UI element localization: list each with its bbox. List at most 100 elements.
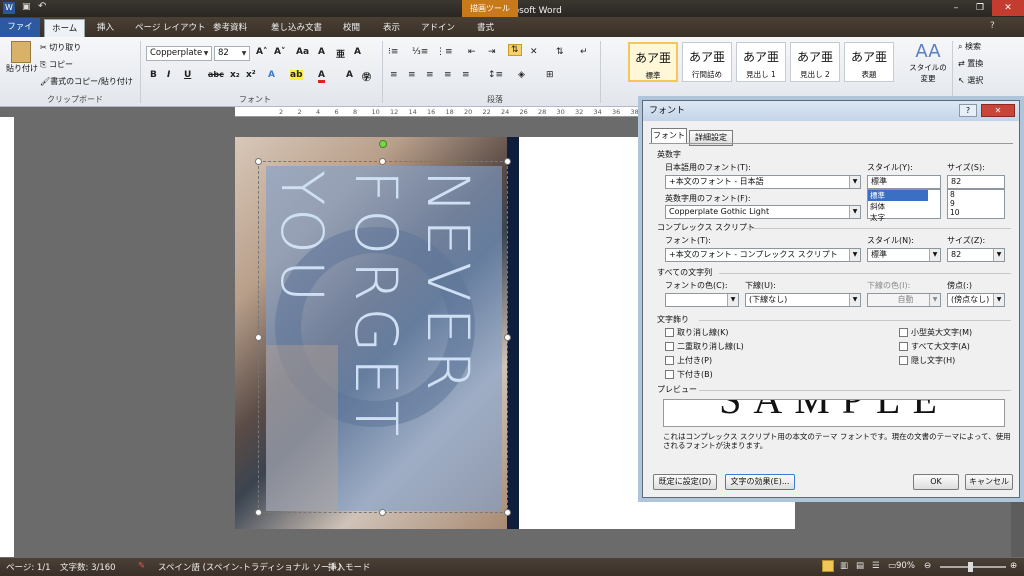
superscript-icon[interactable]: x² — [246, 70, 256, 80]
size-option[interactable]: 10 — [948, 208, 1004, 217]
style-no-spacing[interactable]: あア亜 行間詰め — [682, 42, 732, 82]
style-list[interactable]: 標準 斜体 太字 — [867, 189, 941, 222]
select-button[interactable]: ↖ 選択 — [958, 75, 983, 86]
outline-icon[interactable]: ☰ — [872, 561, 880, 571]
jp-font-select[interactable]: +本文のフォント - 日本語 ▼ — [665, 175, 861, 189]
style-heading-1[interactable]: あア亜 見出し 1 — [736, 42, 786, 82]
status-words[interactable]: 文字数: 3/160 — [60, 561, 116, 573]
tab-font[interactable]: フォント — [651, 128, 687, 144]
zoom-out-icon[interactable]: ⊖ — [924, 561, 931, 571]
zoom-slider-thumb[interactable] — [968, 562, 973, 572]
underline-select[interactable]: (下線なし) ▼ — [745, 293, 861, 307]
size-input[interactable]: 82 — [947, 175, 1005, 189]
font-name-combo[interactable]: Copperplate ▼ — [146, 46, 212, 61]
strikethrough-checkbox[interactable]: 取り消し線(K) — [665, 327, 729, 338]
paste-button[interactable]: 貼り付け — [6, 41, 38, 74]
align-left-icon[interactable]: ≡ — [390, 70, 398, 80]
increase-indent-icon[interactable]: ⇥ — [488, 47, 496, 57]
copy-button[interactable]: ⎘ コピー — [40, 59, 73, 70]
resize-handle[interactable] — [504, 158, 511, 165]
find-button[interactable]: ⌕ 検索 — [958, 41, 981, 52]
italic-icon[interactable]: I — [167, 70, 170, 80]
decrease-indent-icon[interactable]: ⇤ — [468, 47, 476, 57]
grow-font-icon[interactable]: A˄ — [256, 47, 267, 57]
format-painter-button[interactable]: 🖌書式のコピー/貼り付け — [40, 76, 133, 87]
size-option[interactable]: 9 — [948, 199, 1004, 208]
char-shading-icon[interactable]: A — [346, 70, 353, 80]
close-window-button[interactable]: ✕ — [992, 0, 1024, 16]
enclose-char-icon[interactable]: ㊫ — [362, 70, 371, 83]
align-right-icon[interactable]: ≡ — [426, 70, 434, 80]
hidden-checkbox[interactable]: 隠し文字(H) — [899, 355, 955, 366]
size-list[interactable]: 8 9 10 — [947, 189, 1005, 219]
tab-review[interactable]: 校閲 — [336, 19, 367, 37]
justify-icon[interactable]: ≡ — [444, 70, 452, 80]
web-layout-icon[interactable]: ▤ — [856, 561, 864, 571]
bullets-icon[interactable]: ⁝≡ — [388, 47, 398, 57]
clear-format-icon[interactable]: A — [318, 47, 325, 57]
subscript-checkbox[interactable]: 下付き(B) — [665, 369, 713, 380]
size-option[interactable]: 8 — [948, 190, 1004, 199]
asian-layout-icon[interactable]: ✕ — [530, 47, 538, 57]
resize-handle[interactable] — [379, 158, 386, 165]
distribute-icon[interactable]: ≡ — [462, 70, 470, 80]
cut-button[interactable]: ✂ 切り取り — [40, 42, 81, 53]
resize-handle[interactable] — [255, 509, 262, 516]
change-case-icon[interactable]: Aa — [296, 47, 309, 57]
underline-color-select[interactable]: 自動 ▼ — [867, 293, 941, 307]
status-language[interactable]: スペイン語 (スペイン-トラディショナル ソート) — [158, 561, 341, 573]
help-icon[interactable]: ? — [990, 21, 995, 31]
tab-page-layout[interactable]: ページ レイアウト — [128, 19, 213, 37]
text-forget[interactable]: FORGET — [342, 170, 410, 442]
double-strikethrough-checkbox[interactable]: 二重取り消し線(L) — [665, 341, 744, 352]
style-input[interactable]: 標準 — [867, 175, 941, 189]
shading-icon[interactable]: ◈ — [518, 70, 525, 80]
font-color-icon[interactable]: A — [318, 70, 325, 83]
strikethrough-icon[interactable]: abc — [208, 70, 224, 79]
bold-icon[interactable]: B — [150, 70, 157, 80]
text-effects-button[interactable]: 文字の効果(E)... — [725, 474, 795, 490]
dialog-help-button[interactable]: ? — [959, 104, 977, 117]
set-default-button[interactable]: 既定に設定(D) — [653, 474, 717, 490]
highlight-icon[interactable]: ab — [290, 70, 303, 80]
style-option[interactable]: 太字 — [868, 212, 940, 223]
cancel-button[interactable]: キャンセル — [965, 474, 1013, 490]
zoom-in-icon[interactable]: ⊕ — [1010, 561, 1017, 571]
status-mode[interactable]: 挿入モード — [328, 561, 371, 573]
phonetic-guide-icon[interactable]: 亜 — [336, 47, 345, 60]
latin-font-select[interactable]: Copperplate Gothic Light ▼ — [665, 205, 861, 219]
rotate-handle[interactable] — [379, 140, 387, 148]
proofing-icon[interactable]: ✎ — [138, 561, 145, 571]
replace-button[interactable]: ⇄ 置換 — [958, 58, 983, 69]
text-direction-icon[interactable]: ⇅ — [508, 44, 522, 56]
borders-icon[interactable]: ⊞ — [546, 70, 554, 80]
shrink-font-icon[interactable]: A˅ — [274, 47, 285, 57]
resize-handle[interactable] — [379, 509, 386, 516]
superscript-checkbox[interactable]: 上付き(P) — [665, 355, 712, 366]
resize-handle[interactable] — [255, 158, 262, 165]
tab-mailings[interactable]: 差し込み文書 — [264, 19, 329, 37]
dialog-close-button[interactable]: ✕ — [981, 104, 1015, 117]
resize-handle[interactable] — [504, 509, 511, 516]
cs-font-select[interactable]: +本文のフォント - コンプレックス スクリプト ▼ — [665, 248, 861, 262]
resize-handle[interactable] — [504, 334, 511, 341]
change-styles-button[interactable]: AA スタイルの変更 — [906, 41, 950, 84]
emphasis-select[interactable]: (傍点なし) ▼ — [947, 293, 1005, 307]
sort-icon[interactable]: ⇅ — [556, 47, 564, 57]
tab-insert[interactable]: 挿入 — [90, 19, 121, 37]
line-spacing-icon[interactable]: ↕≡ — [488, 70, 503, 80]
small-caps-checkbox[interactable]: 小型英大文字(M) — [899, 327, 972, 338]
align-center-icon[interactable]: ≡ — [408, 70, 416, 80]
all-caps-checkbox[interactable]: すべて大文字(A) — [899, 341, 970, 352]
tab-references[interactable]: 参考資料 — [206, 19, 254, 37]
tab-file[interactable]: ファイル — [0, 18, 40, 50]
status-page[interactable]: ページ: 1/1 — [6, 561, 51, 573]
style-option[interactable]: 標準 — [868, 190, 928, 201]
text-you[interactable]: YOU — [268, 170, 336, 308]
underline-icon[interactable]: U — [184, 70, 191, 80]
minimize-button[interactable]: – — [944, 0, 968, 16]
tab-home[interactable]: ホーム — [44, 19, 86, 37]
zoom-level[interactable]: 90% — [896, 561, 915, 571]
zoom-slider[interactable] — [940, 566, 1006, 568]
ok-button[interactable]: OK — [913, 474, 959, 490]
